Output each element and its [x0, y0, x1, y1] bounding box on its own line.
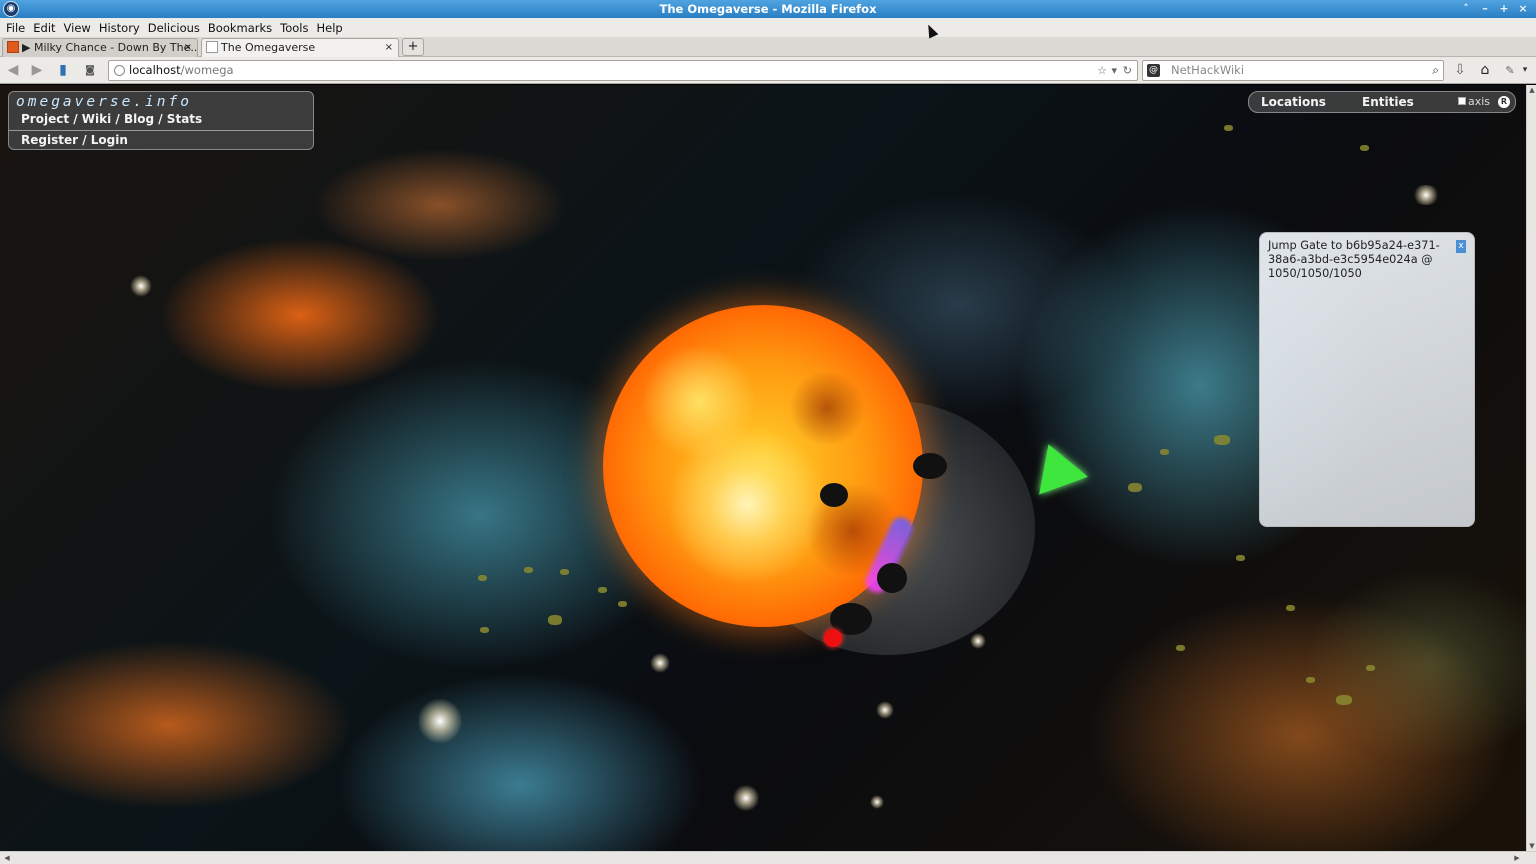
history-dropdown-icon[interactable]: ▾ [1111, 61, 1117, 80]
webgl-scene[interactable]: omegaverse.info Project / Wiki / Blog / … [0, 85, 1526, 851]
menu-history[interactable]: History [95, 21, 144, 35]
site-navigation-panel: omegaverse.info Project / Wiki / Blog / … [8, 91, 314, 150]
site-links[interactable]: Project / Wiki / Blog / Stats [21, 112, 202, 126]
window-titlebar: ◉ The Omegaverse - Mozilla Firefox ˄ – +… [0, 0, 1536, 18]
window-close-icon[interactable]: × [1515, 1, 1531, 17]
asteroid [1160, 449, 1169, 455]
menu-view[interactable]: View [60, 21, 95, 35]
asteroid [478, 575, 487, 581]
menu-edit[interactable]: Edit [29, 21, 59, 35]
tag-icon[interactable]: ◙ [80, 61, 100, 80]
jump-gate-marker[interactable] [1024, 435, 1088, 495]
asteroid [560, 569, 569, 575]
tab-bar: ▶ Milky Chance - Down By The... × The Om… [0, 37, 1536, 57]
url-bar[interactable]: localhost/womega ☆ ▾ ↻ [108, 60, 1138, 81]
forward-icon[interactable]: ▶ [27, 61, 47, 80]
asteroid [1214, 435, 1230, 445]
dialog-text: Jump Gate to b6b95a24-e371-38a6-a3bd-e3c… [1268, 239, 1440, 280]
red-marker[interactable] [824, 629, 842, 647]
entities-button[interactable]: Entities [1362, 95, 1414, 109]
asteroid [598, 587, 607, 593]
divider [9, 130, 313, 131]
asteroid [618, 601, 627, 607]
tab-label: The Omegaverse [221, 41, 316, 54]
search-engine-icon[interactable]: @ [1147, 64, 1160, 77]
navigation-toolbar: ◀ ▶ ▮ ◙ localhost/womega ☆ ▾ ↻ @ NetHack… [0, 57, 1536, 84]
dialog-close-button[interactable]: x [1456, 240, 1466, 253]
back-icon[interactable]: ◀ [3, 61, 23, 80]
url-host: localhost [129, 63, 181, 77]
asteroid [1224, 125, 1233, 131]
scroll-down-icon[interactable]: ▼ [1527, 841, 1536, 851]
star [732, 785, 760, 811]
window-maximize-icon[interactable]: + [1496, 1, 1512, 17]
asteroid [1236, 555, 1245, 561]
axis-checkbox[interactable] [1458, 97, 1466, 105]
star [870, 795, 884, 809]
star [1412, 185, 1440, 205]
asteroid [524, 567, 533, 573]
scroll-left-icon[interactable]: ◀ [2, 853, 12, 863]
vertical-scrollbar[interactable]: ▲ ▼ [1526, 85, 1536, 851]
search-icon[interactable]: ⌕ [1432, 61, 1439, 80]
youtube-favicon-icon [7, 41, 19, 53]
star [970, 633, 986, 649]
star [876, 701, 894, 719]
firefox-icon: ◉ [3, 1, 19, 17]
asteroid [1306, 677, 1315, 683]
scroll-up-icon[interactable]: ▲ [1527, 85, 1536, 95]
axis-label: axis [1468, 95, 1491, 108]
tab-label: ▶ Milky Chance - Down By The... [22, 41, 198, 54]
bookmark-star-icon[interactable]: ☆ [1097, 61, 1107, 80]
star [130, 275, 152, 297]
search-placeholder: NetHackWiki [1171, 63, 1245, 77]
star [650, 653, 670, 673]
asteroid [1366, 665, 1375, 671]
search-bar[interactable]: @ NetHackWiki ⌕ [1142, 60, 1444, 81]
download-icon[interactable]: ⇩ [1450, 61, 1470, 80]
menu-bar: File Edit View History Delicious Bookmar… [0, 18, 1536, 37]
tab-milky-chance[interactable]: ▶ Milky Chance - Down By The... × [2, 38, 198, 57]
site-identity-icon[interactable] [114, 65, 125, 76]
window-shade-icon[interactable]: ˄ [1458, 1, 1474, 17]
site-brand[interactable]: omegaverse.info [16, 94, 192, 110]
tab-close-icon[interactable]: × [385, 39, 393, 56]
toolbar-menu-icon[interactable]: ▾ [1518, 61, 1532, 80]
reset-button[interactable]: R [1498, 96, 1510, 108]
url-path: /womega [180, 63, 234, 77]
scene-nav-panel: Locations Entities axis R [1248, 91, 1516, 113]
ship-silhouette[interactable] [913, 453, 947, 479]
account-links[interactable]: Register / Login [21, 133, 128, 147]
menu-help[interactable]: Help [313, 21, 347, 35]
menu-tools[interactable]: Tools [276, 21, 312, 35]
menu-delicious[interactable]: Delicious [144, 21, 204, 35]
tab-omegaverse[interactable]: The Omegaverse × [201, 38, 399, 57]
asteroid [1176, 645, 1185, 651]
star [418, 697, 462, 745]
asteroid [1360, 145, 1369, 151]
reload-icon[interactable]: ↻ [1123, 61, 1132, 80]
horizontal-scrollbar[interactable]: ◀ ▶ [0, 851, 1536, 864]
asteroid [548, 615, 562, 625]
asteroid [480, 627, 489, 633]
entity-info-dialog: Jump Gate to b6b95a24-e371-38a6-a3bd-e3c… [1259, 232, 1475, 527]
tab-close-icon[interactable]: × [184, 39, 192, 56]
new-tab-button[interactable]: + [402, 38, 424, 56]
window-minimize-icon[interactable]: – [1477, 1, 1493, 17]
addon-icon[interactable]: ✎ [1500, 61, 1520, 80]
window-title: The Omegaverse - Mozilla Firefox [659, 2, 877, 16]
asteroid [1128, 483, 1142, 492]
blank-favicon-icon [206, 41, 218, 53]
ship-silhouette[interactable] [877, 563, 907, 593]
asteroid [1286, 605, 1295, 611]
home-icon[interactable]: ⌂ [1475, 61, 1495, 80]
locations-button[interactable]: Locations [1261, 95, 1326, 109]
scroll-right-icon[interactable]: ▶ [1512, 853, 1522, 863]
asteroid [1336, 695, 1352, 705]
menu-file[interactable]: File [2, 21, 29, 35]
ship-silhouette[interactable] [820, 483, 848, 507]
bookmarks-sidebar-icon[interactable]: ▮ [53, 61, 73, 80]
menu-bookmarks[interactable]: Bookmarks [204, 21, 276, 35]
